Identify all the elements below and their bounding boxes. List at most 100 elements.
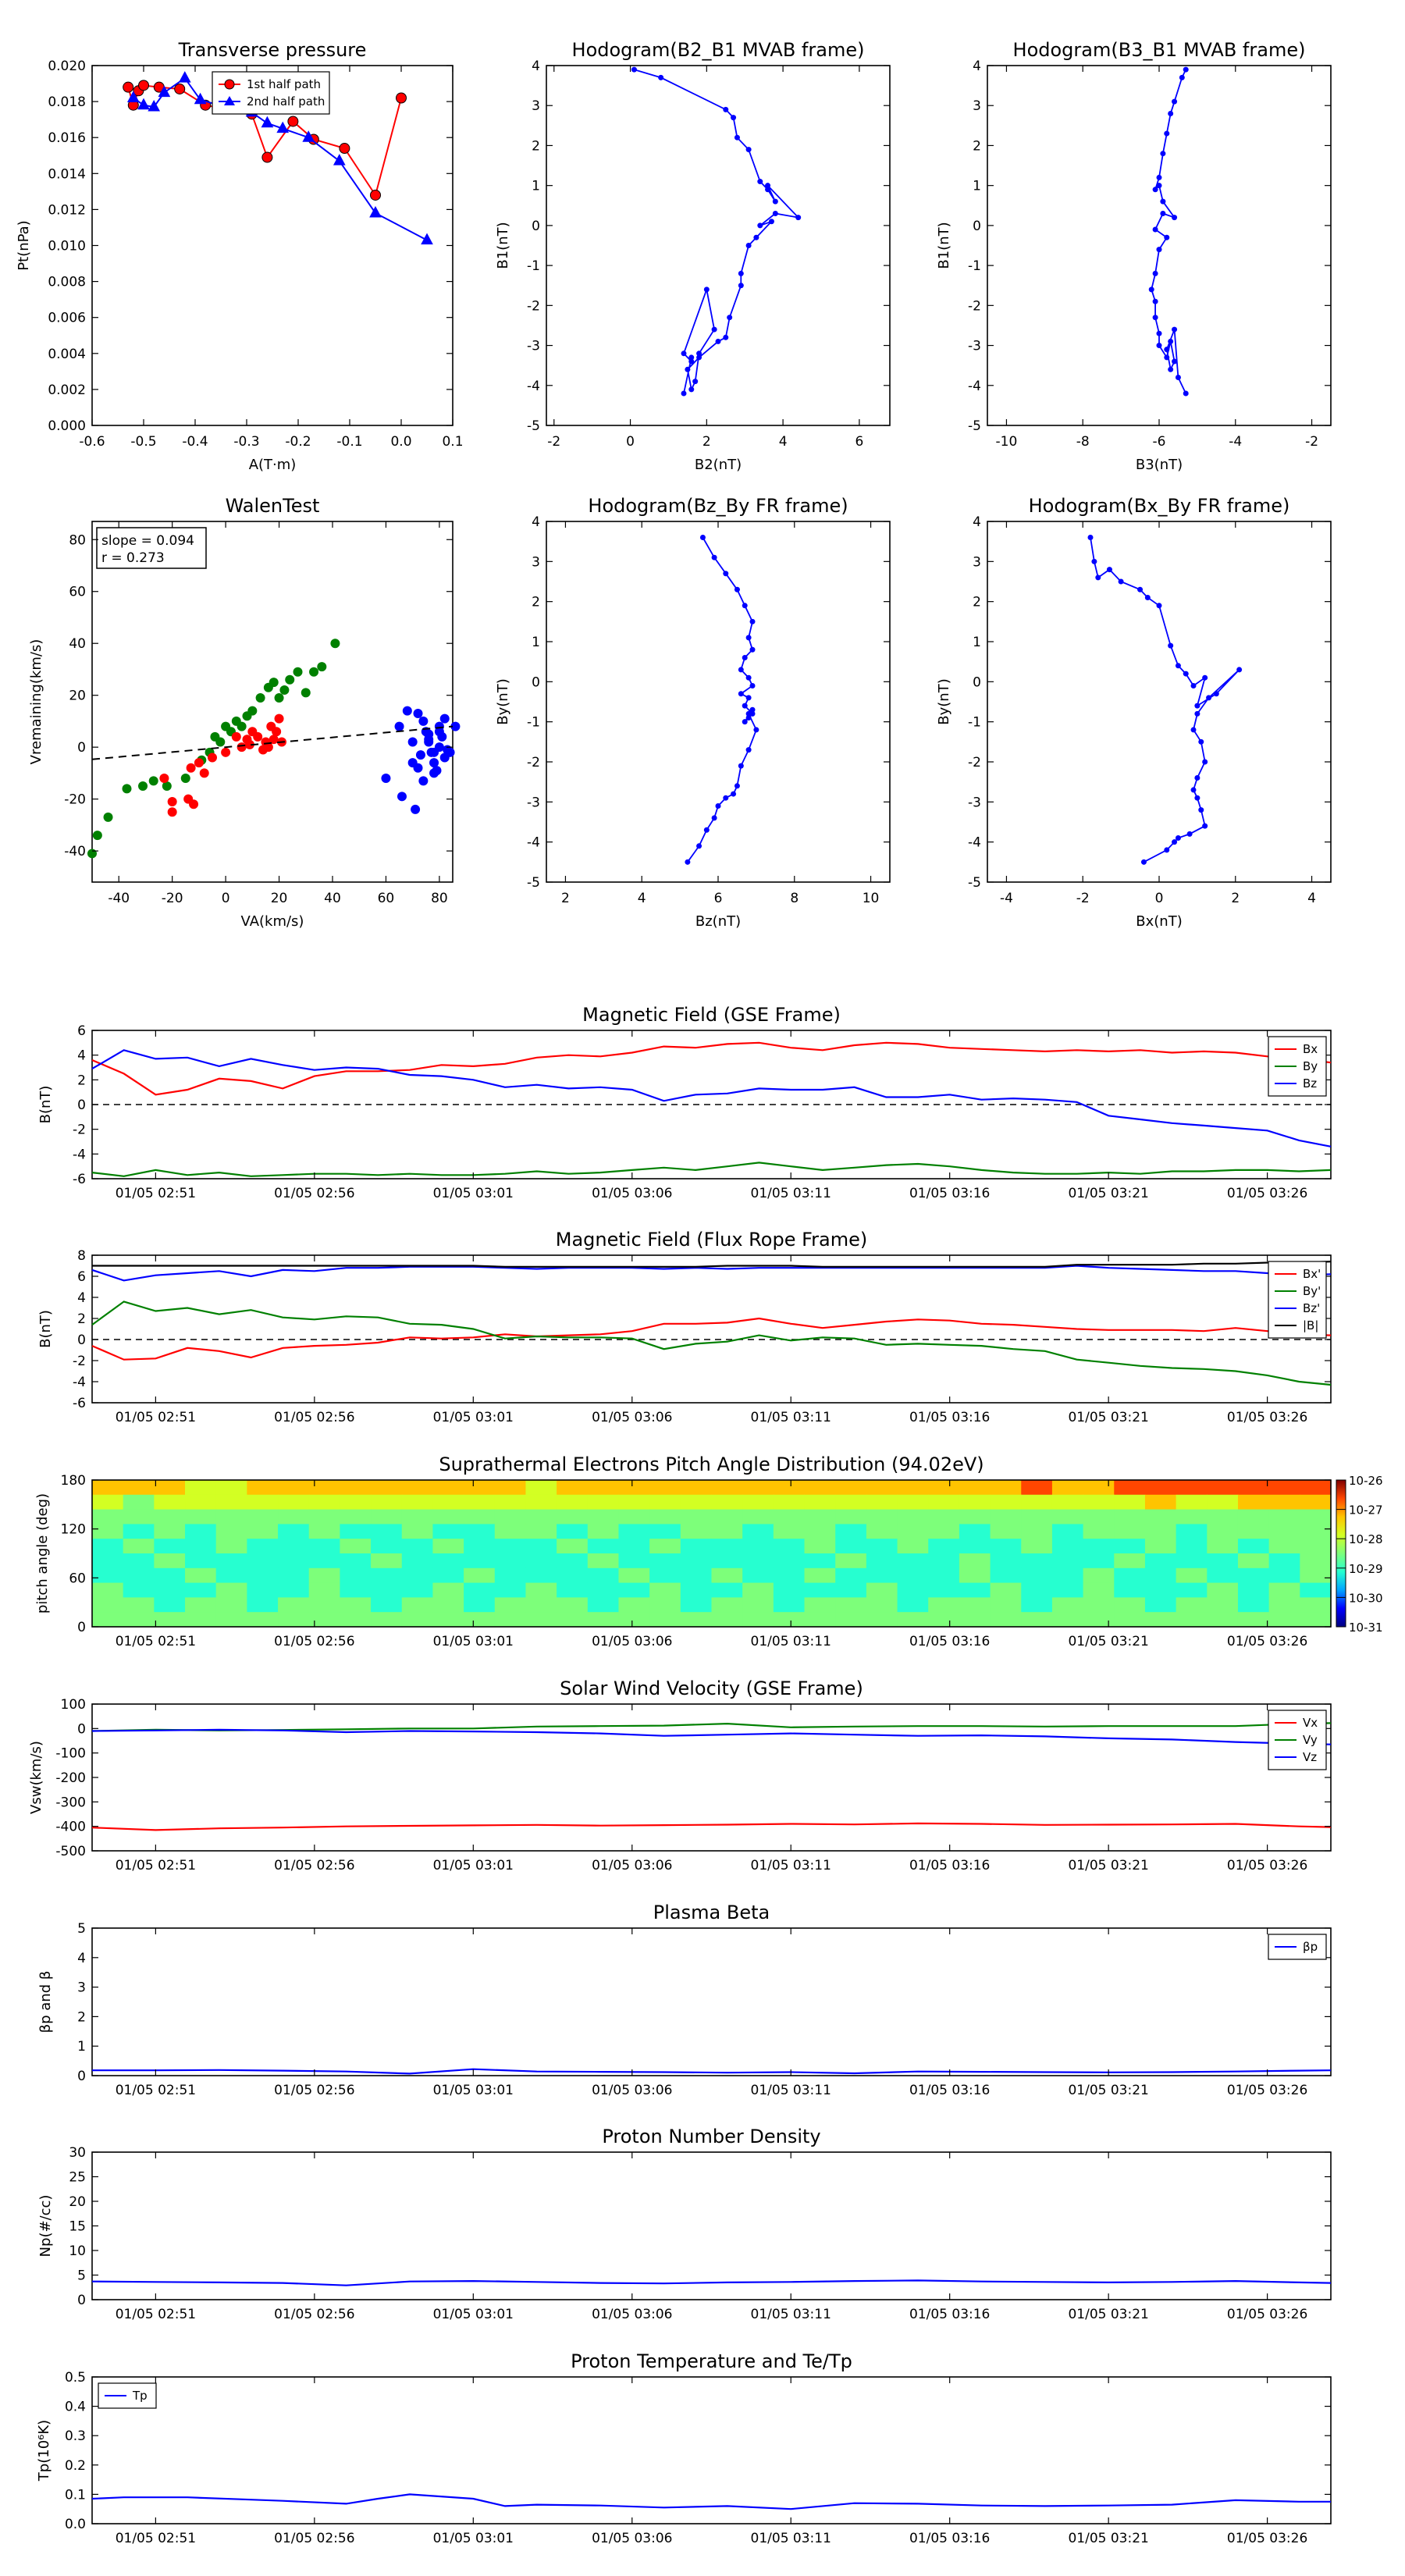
heatmap-cell <box>154 1539 186 1554</box>
heatmap-cell <box>154 1612 186 1628</box>
heatmap-cell <box>401 1582 434 1598</box>
heatmap-cell <box>308 1494 340 1510</box>
heatmap-cell <box>557 1582 589 1598</box>
heatmap-cell <box>1300 1612 1332 1628</box>
x-tick-label: 01/05 03:26 <box>1227 1858 1307 1873</box>
y-tick-label: -2 <box>968 755 981 770</box>
scatter-point <box>215 737 226 747</box>
heatmap-cell <box>92 1612 124 1628</box>
heatmap-cell <box>371 1524 403 1539</box>
heatmap-cell <box>1237 1524 1270 1539</box>
y-axis-label: B1(nT) <box>936 222 952 269</box>
heatmap-cell <box>587 1582 620 1598</box>
y-tick-label: 100 <box>61 1697 86 1713</box>
heatmap-cell <box>1268 1509 1300 1525</box>
data-point <box>742 603 748 609</box>
y-tick-label: -40 <box>64 844 86 859</box>
chart-title: Hodogram(Bx_By FR frame) <box>1029 495 1290 517</box>
data-point <box>715 338 721 344</box>
x-tick-label: 01/05 03:21 <box>1068 1858 1148 1873</box>
heatmap-cell <box>1083 1597 1115 1613</box>
x-tick-label: 01/05 03:01 <box>433 1858 514 1873</box>
heatmap-cell <box>618 1612 650 1628</box>
y-tick-label: 60 <box>69 585 86 600</box>
y-tick-label: 0 <box>77 2293 86 2308</box>
x-tick-label: 01/05 03:06 <box>592 2083 672 2098</box>
series-line <box>92 2068 1332 2075</box>
heatmap-cell <box>1268 1553 1300 1569</box>
y-tick-label: -3 <box>527 795 540 810</box>
legend-label: Tp <box>132 2389 148 2403</box>
y-tick-label: -3 <box>968 795 981 810</box>
scatter-point <box>221 747 231 757</box>
heatmap-cell <box>525 1480 557 1496</box>
heatmap-cell <box>1207 1582 1239 1598</box>
scatter-point <box>413 708 423 718</box>
heatmap-cell <box>215 1597 247 1613</box>
heatmap-cell <box>897 1509 929 1525</box>
data-point <box>1095 575 1101 581</box>
heatmap-cell <box>618 1567 650 1584</box>
heatmap-cell <box>123 1539 155 1554</box>
heatmap-cell <box>1237 1582 1270 1598</box>
scatter-point <box>269 678 279 688</box>
heatmap-cell <box>401 1539 434 1554</box>
heatmap-cell <box>1207 1539 1239 1554</box>
heatmap-cell <box>340 1480 372 1496</box>
x-tick-label: -0.2 <box>285 434 311 450</box>
data-point <box>731 791 737 797</box>
x-axis-label: VA(km/s) <box>241 913 304 930</box>
data-point <box>734 783 740 789</box>
data-point <box>1164 130 1170 137</box>
data-point <box>396 92 407 104</box>
x-tick-label: 01/05 03:06 <box>592 1634 672 1649</box>
heatmap-cell <box>711 1553 743 1569</box>
heatmap-cell <box>1083 1567 1115 1584</box>
heatmap-cell <box>959 1567 991 1584</box>
heatmap-cell <box>649 1597 681 1613</box>
heatmap-cell <box>1237 1539 1270 1554</box>
y-tick-label: 6 <box>77 1023 86 1039</box>
heatmap-cell <box>618 1524 650 1539</box>
y-tick-label: 2 <box>77 1311 86 1327</box>
y-tick-label: -100 <box>55 1746 86 1762</box>
x-tick-label: -6 <box>1153 434 1166 450</box>
plot-frame <box>91 521 454 883</box>
heatmap-cell <box>1176 1539 1208 1554</box>
y-tick-label: 3 <box>532 554 540 570</box>
heatmap-cell <box>1268 1597 1300 1613</box>
heatmap-cell <box>371 1597 403 1613</box>
heatmap-cell <box>432 1567 464 1584</box>
heatmap-cell <box>990 1494 1022 1510</box>
x-tick-label: -2 <box>547 434 560 450</box>
data-point <box>178 71 191 83</box>
heatmap-cell <box>247 1582 279 1598</box>
heatmap-cell <box>525 1582 557 1598</box>
scatter-point <box>445 747 455 757</box>
y-tick-label: 40 <box>69 636 86 652</box>
y-axis-label: B(nT) <box>37 1310 54 1348</box>
heatmap-cell <box>1114 1597 1146 1613</box>
data-point <box>1168 338 1174 344</box>
heatmap-cell <box>557 1494 589 1510</box>
scatter-point <box>407 737 418 747</box>
data-point <box>1156 603 1162 609</box>
data-point <box>1172 839 1178 845</box>
heatmap-cell <box>897 1553 929 1569</box>
data-point <box>681 390 687 397</box>
heatmap-cell <box>464 1509 496 1525</box>
heatmap-cell <box>990 1539 1022 1554</box>
x-tick-label: 01/05 03:26 <box>1227 1410 1307 1425</box>
y-tick-label: -6 <box>73 1172 86 1187</box>
scatter-point <box>148 776 158 786</box>
legend-label: βp <box>1303 1940 1318 1954</box>
y-tick-label: 6 <box>77 1269 86 1285</box>
y-tick-label: 0.3 <box>65 2428 86 2444</box>
heatmap-cell <box>711 1597 743 1613</box>
y-tick-label: 8 <box>77 1248 86 1264</box>
data-point <box>685 366 691 372</box>
heatmap-cell <box>959 1597 991 1613</box>
heatmap-cell <box>1051 1494 1084 1510</box>
scatter-point <box>247 706 258 716</box>
heatmap-cell <box>247 1524 279 1539</box>
